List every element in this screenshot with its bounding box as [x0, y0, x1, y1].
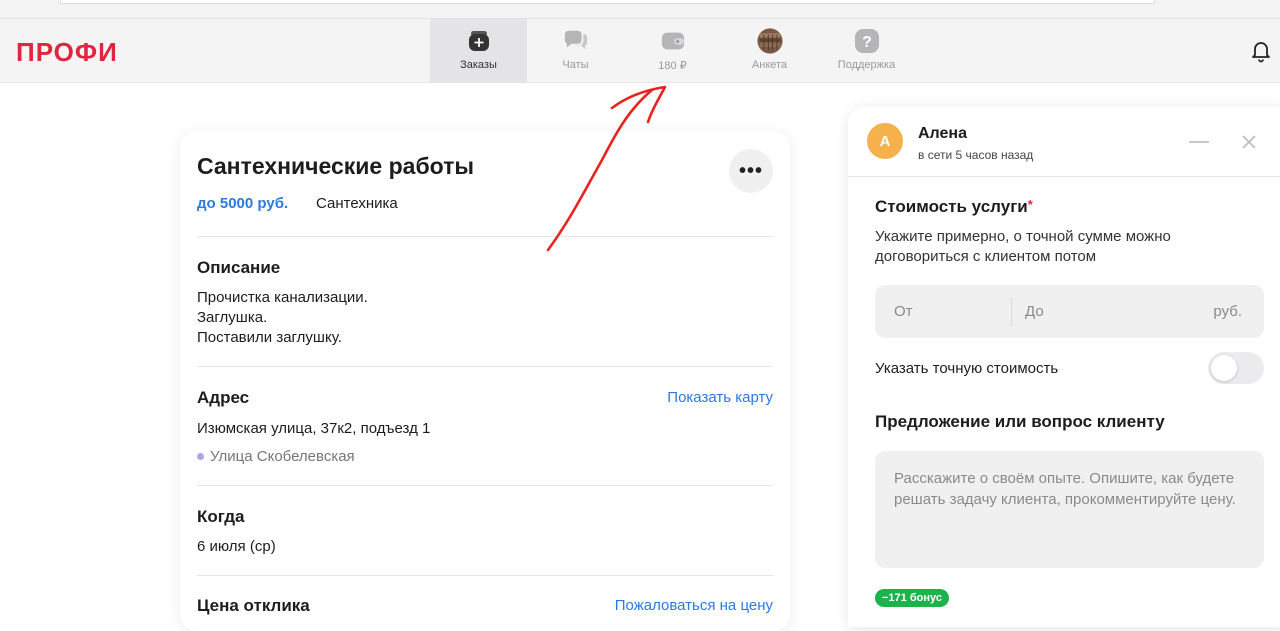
price-to-input[interactable]: До [1025, 303, 1044, 320]
message-heading: Предложение или вопрос клиенту [875, 412, 1165, 431]
order-category: Сантехника [316, 195, 398, 212]
orders-icon [466, 28, 492, 54]
notifications-bell-icon[interactable] [1249, 39, 1273, 63]
main-nav: Заказы Чаты 180 ₽ Анкета ? Поддержка [430, 19, 915, 83]
when-heading: Когда [197, 507, 245, 526]
nav-item-balance[interactable]: 180 ₽ [624, 19, 721, 83]
profi-logo[interactable]: ПРОФИ [16, 37, 118, 68]
description-line: Прочистка канализации. [197, 289, 368, 306]
order-price: до 5000 руб. [197, 195, 289, 212]
description-heading: Описание [197, 258, 281, 277]
divider [197, 485, 773, 486]
price-range-field: От До руб. [875, 285, 1264, 338]
nav-label: Чаты [562, 59, 589, 71]
nav-item-chats[interactable]: Чаты [527, 19, 624, 83]
profile-avatar [756, 28, 783, 54]
divider [197, 366, 773, 367]
help-icon: ? [854, 28, 880, 54]
wallet-icon [660, 28, 686, 54]
metro-dot-icon [197, 453, 204, 460]
client-status: в сети 5 часов назад [918, 148, 1034, 162]
exact-cost-label: Указать точную стоимость [875, 360, 1059, 377]
panel-header: А Алена в сети 5 часов назад [848, 107, 1280, 177]
cost-heading-text: Стоимость услуги [875, 197, 1028, 216]
order-title: Сантехнические работы [197, 153, 475, 179]
price-from-input[interactable]: От [894, 303, 913, 320]
nav-label: Поддержка [837, 59, 896, 71]
bonus-badge: −171 бонус [875, 589, 949, 607]
client-name: Алена [918, 125, 967, 142]
browser-chrome [0, 0, 1280, 19]
currency-label: руб. [1213, 303, 1242, 320]
metro-name: Улица Скобелевская [210, 448, 355, 465]
close-icon[interactable] [1240, 133, 1258, 151]
svg-text:?: ? [862, 34, 872, 51]
address-heading: Адрес [197, 388, 250, 407]
nav-label: Анкета [751, 59, 788, 71]
divider [197, 575, 773, 576]
minimize-icon[interactable] [1189, 141, 1209, 143]
address-text: Изюмская улица, 37к2, подъезд 1 [197, 420, 431, 437]
metro-station: Улица Скобелевская [197, 448, 355, 465]
response-panel: А Алена в сети 5 часов назад Стоимость у… [848, 107, 1280, 627]
response-price-heading: Цена отклика [197, 596, 310, 615]
cost-hint: Укажите примерно, о точной сумме можно д… [875, 228, 1171, 265]
chats-icon [563, 28, 589, 54]
more-options-button[interactable]: ••• [729, 149, 773, 193]
when-text: 6 июля (ср) [197, 538, 276, 555]
description-line: Поставили заглушку. [197, 329, 342, 346]
address-bar[interactable] [60, 0, 1155, 4]
order-card: Сантехнические работы ••• до 5000 руб. С… [180, 131, 790, 631]
show-map-link[interactable]: Показать карту [667, 389, 773, 406]
top-navigation-bar: ПРОФИ Заказы Чаты 180 ₽ Анкета ? Поддерж… [0, 19, 1280, 83]
nav-item-support[interactable]: ? Поддержка [818, 19, 915, 83]
client-avatar: А [867, 123, 903, 159]
complain-price-link[interactable]: Пожаловаться на цену [615, 597, 773, 614]
nav-item-profile[interactable]: Анкета [721, 19, 818, 83]
nav-label: Заказы [460, 59, 497, 71]
nav-label: 180 ₽ [658, 60, 687, 72]
exact-cost-toggle[interactable] [1208, 352, 1264, 384]
message-textarea[interactable]: Расскажите о своём опыте. Опишите, как б… [875, 451, 1264, 568]
more-dots-icon: ••• [738, 159, 763, 182]
required-mark: * [1027, 197, 1033, 212]
toggle-knob [1211, 355, 1237, 381]
range-separator [1011, 297, 1012, 327]
cost-heading: Стоимость услуги* [875, 197, 1033, 217]
divider [197, 236, 773, 237]
description-line: Заглушка. [197, 309, 268, 326]
nav-item-orders[interactable]: Заказы [430, 19, 527, 83]
